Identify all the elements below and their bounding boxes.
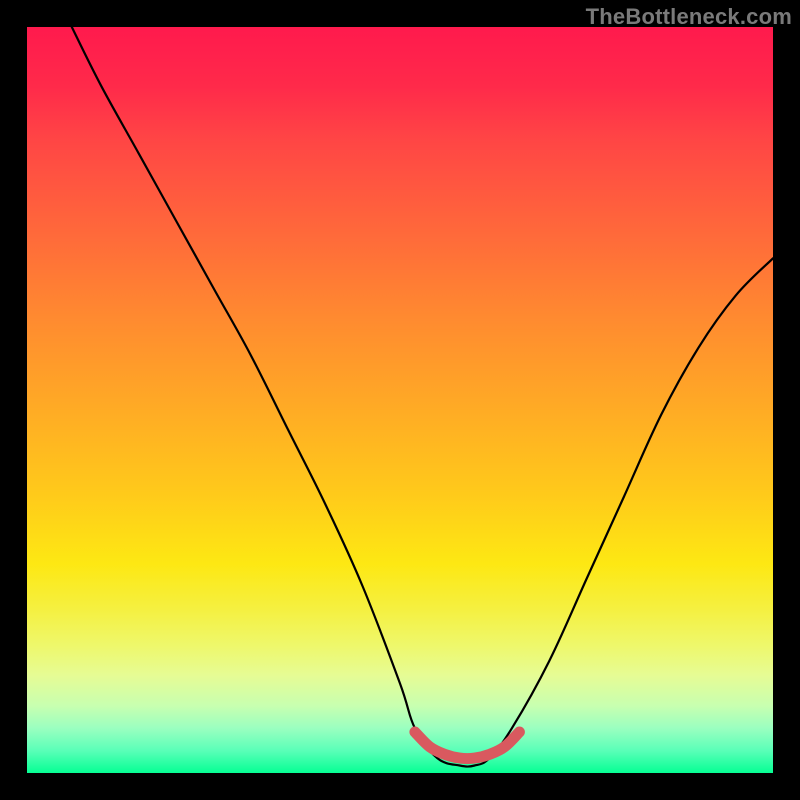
plot-area [27, 27, 773, 773]
chart-container: TheBottleneck.com [0, 0, 800, 800]
chart-svg [27, 27, 773, 773]
bottleneck-curve-line [72, 27, 773, 767]
optimum-band-line [415, 732, 520, 759]
